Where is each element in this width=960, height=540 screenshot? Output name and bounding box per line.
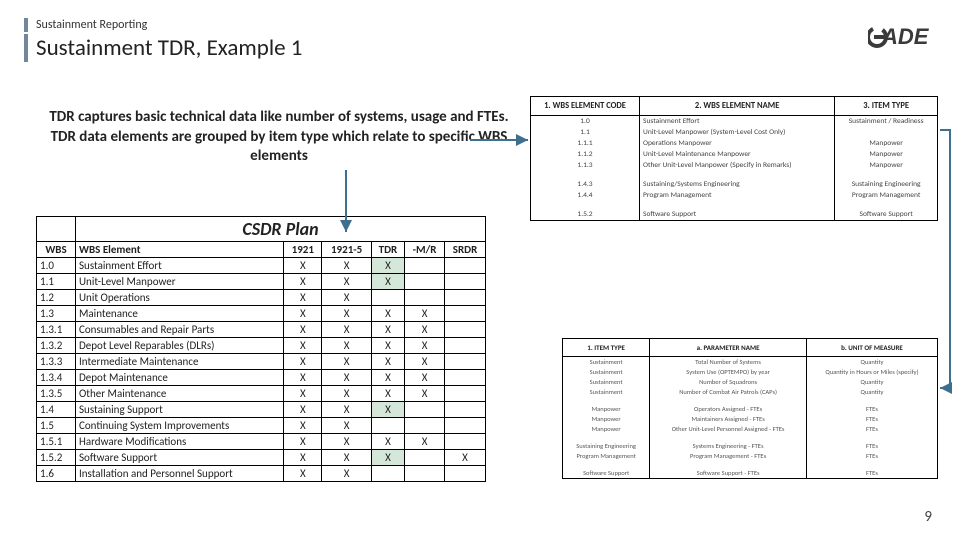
table-row: Software SupportSoftware Support - FTEsF… xyxy=(563,468,938,479)
table-row: 1.1Unit-Level ManpowerXXX xyxy=(37,274,486,290)
table-row: 1.5.2Software SupportSoftware Support xyxy=(531,209,938,221)
csdr-col: 1921-5 xyxy=(322,242,372,258)
csdr-col: 1921 xyxy=(284,242,322,258)
wbs-element-table: 1. WBS ELEMENT CODE2. WBS ELEMENT NAME3.… xyxy=(530,96,938,221)
csdr-col: TDR xyxy=(371,242,404,258)
table-row: 1.6Installation and Personnel SupportXX xyxy=(37,466,486,482)
table-row: 1.5.2Software SupportXXXX xyxy=(37,450,486,466)
tbl2-col: 1. ITEM TYPE xyxy=(563,339,650,357)
table-row: Program ManagementProgram Management - F… xyxy=(563,451,938,461)
table-row: 1.1Unit-Level Manpower (System-Level Cos… xyxy=(531,127,938,138)
table-row: ManpowerOther Unit-Level Personnel Assig… xyxy=(563,424,938,434)
table-row: 1.5.1Hardware ModificationsXXXX xyxy=(37,434,486,450)
table-row: Sustaining EngineeringSystems Engineerin… xyxy=(563,441,938,451)
table-row: 1.0Sustainment EffortSustainment / Readi… xyxy=(531,116,938,128)
table-row: 1.5Continuing System ImprovementsXX xyxy=(37,418,486,434)
tbl1-col: 2. WBS ELEMENT NAME xyxy=(640,97,835,116)
table-row: 1.3.2Depot Level Reparables (DLRs)XXXX xyxy=(37,338,486,354)
slide-header: Sustainment Reporting Sustainment TDR, E… xyxy=(24,18,302,62)
table-row: SustainmentNumber of Combat Air Patrols … xyxy=(563,387,938,397)
tbl1-col: 1. WBS ELEMENT CODE xyxy=(531,97,640,116)
csdr-title: CSDR Plan xyxy=(76,217,486,242)
cade-logo: ADE xyxy=(868,22,938,57)
csdr-col: SRDR xyxy=(445,242,486,258)
table-row: SustainmentNumber of SquadronsQuantity xyxy=(563,377,938,387)
kicker: Sustainment Reporting xyxy=(24,18,302,32)
tbl1-col: 3. ITEM TYPE xyxy=(835,97,938,116)
table-row: SustainmentSystem Use (OPTEMPO) by yearQ… xyxy=(563,367,938,377)
svg-text:ADE: ADE xyxy=(881,24,930,49)
page-number: 9 xyxy=(924,508,932,526)
table-row: SustainmentTotal Number of SystemsQuanti… xyxy=(563,357,938,368)
csdr-col: WBS xyxy=(37,242,76,258)
csdr-plan-table: CSDR PlanWBSWBS Element19211921-5TDR-M/R… xyxy=(36,216,486,482)
table-row: ManpowerMaintainers Assigned - FTEsFTEs xyxy=(563,414,938,424)
table-row: 1.1.2Unit-Level Maintenance ManpowerManp… xyxy=(531,149,938,160)
intro-text: TDR captures basic technical data like n… xyxy=(44,108,514,167)
table-row: 1.4.4Program ManagementProgram Managemen… xyxy=(531,190,938,201)
item-type-table: 1. ITEM TYPEa. PARAMETER NAMEb. UNIT OF … xyxy=(562,338,938,479)
table-row: 1.3.3Intermediate MaintenanceXXXX xyxy=(37,354,486,370)
tbl2-col: a. PARAMETER NAME xyxy=(650,339,807,357)
page-title: Sustainment TDR, Example 1 xyxy=(24,34,302,62)
table-row: 1.4Sustaining SupportXXX xyxy=(37,402,486,418)
csdr-col: -M/R xyxy=(405,242,445,258)
table-row: 1.4.3Sustaining/Systems EngineeringSusta… xyxy=(531,179,938,190)
table-row: 1.3MaintenanceXXXX xyxy=(37,306,486,322)
table-row: 1.3.5Other MaintenanceXXXX xyxy=(37,386,486,402)
csdr-col: WBS Element xyxy=(76,242,284,258)
tbl2-col: b. UNIT OF MEASURE xyxy=(806,339,937,357)
table-row: 1.0Sustainment EffortXXX xyxy=(37,258,486,274)
table-row: ManpowerOperators Assigned - FTEsFTEs xyxy=(563,404,938,414)
table-row: 1.3.4Depot MaintenanceXXXX xyxy=(37,370,486,386)
table-row: 1.1.1Operations ManpowerManpower xyxy=(531,138,938,149)
table-row: 1.3.1Consumables and Repair PartsXXXX xyxy=(37,322,486,338)
table-row: 1.1.3Other Unit-Level Manpower (Specify … xyxy=(531,160,938,171)
table-row: 1.2Unit OperationsXX xyxy=(37,290,486,306)
